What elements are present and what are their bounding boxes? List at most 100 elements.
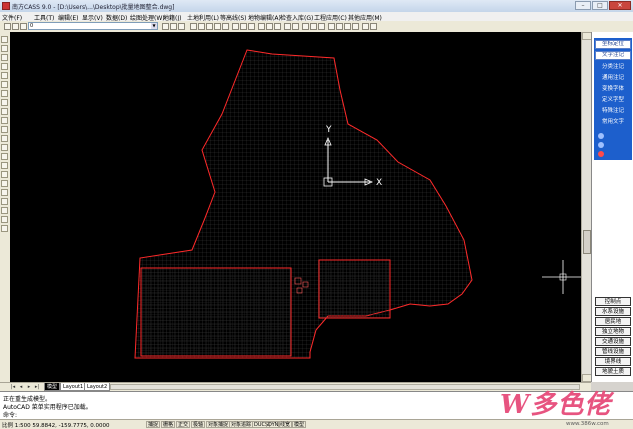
layer-properties-icon[interactable] [20,23,27,30]
rotate-icon[interactable] [344,23,351,30]
move-icon[interactable] [336,23,343,30]
zoom-previous-icon[interactable] [222,23,229,30]
panel-item-change-font[interactable]: 变换字体 [595,85,631,94]
mirror-tool-icon[interactable] [1,171,8,178]
layer-manager-icon[interactable] [302,23,309,30]
scroll-thumb[interactable] [583,230,591,254]
panel-item-landform[interactable]: 地貌土质 [595,367,631,376]
grid-toggle[interactable]: 栅格 [161,421,176,428]
panel-item-control-point[interactable]: 控制点 [595,297,631,306]
redo-icon[interactable] [292,23,299,30]
panel-item-locate[interactable]: 坐标定位 [595,40,631,49]
panel-item-define-font[interactable]: 定义字型 [595,96,631,105]
tab-layout2[interactable]: Layout2 [84,383,111,391]
window-title: 南方CASS 9.0 - [D:\Users\...\Desktop\批量地图整… [12,4,175,11]
panel-item-pipeline[interactable]: 管线设施 [595,347,631,356]
design-center-icon[interactable] [240,23,247,30]
properties-icon[interactable] [232,23,239,30]
panel-item-traffic[interactable]: 交通设施 [595,337,631,346]
panel-item-water[interactable]: 水系设施 [595,307,631,316]
panel-item-special-annot[interactable]: 特殊注记 [595,107,631,116]
tab-prev-icon[interactable]: ◂ [18,384,24,390]
panel-item-general-annot[interactable]: 通用注记 [595,74,631,83]
zoom-realtime-icon[interactable] [206,23,213,30]
osnap-toggle[interactable]: 对象捕捉 [206,421,231,428]
open-file-icon[interactable] [12,23,19,30]
copy-tool-icon[interactable] [1,162,8,169]
ucs-y-label: Y [325,125,332,135]
block-tool-icon[interactable] [1,108,8,115]
panel-option-icon-1[interactable] [598,133,604,139]
preview-icon[interactable] [178,23,185,30]
explode-tool-icon[interactable] [1,225,8,232]
help-icon[interactable] [362,23,369,30]
polyline-tool-icon[interactable] [1,45,8,52]
tab-layout1[interactable]: Layout1 [60,383,87,391]
panel-item-boundary[interactable]: 境界线 [595,357,631,366]
array-tool-icon[interactable] [1,189,8,196]
hatch-tool-icon[interactable] [1,126,8,133]
cass-icon[interactable] [370,23,377,30]
layer-combo[interactable]: 0 ▼ [28,22,158,30]
paste-icon[interactable] [274,23,281,30]
panel-item-common-text[interactable]: 常用文字 [595,118,631,127]
save-icon[interactable] [162,23,169,30]
region-tool-icon[interactable] [1,135,8,142]
point-tool-icon[interactable] [1,117,8,124]
crosshair-cursor [542,260,581,294]
undo-icon[interactable] [284,23,291,30]
erase-tool-icon[interactable] [1,153,8,160]
rectangle-tool-icon[interactable] [1,72,8,79]
lineweight-toggle[interactable]: 线宽 [278,421,293,428]
tab-model[interactable]: 模型 [44,383,61,391]
eraser-icon[interactable] [328,23,335,30]
scale-icon[interactable] [352,23,359,30]
spline-tool-icon[interactable] [1,90,8,97]
minimize-button[interactable]: – [575,1,591,10]
offset-tool-icon[interactable] [1,180,8,187]
panel-item-text-annot[interactable]: 文字注记 [595,51,631,60]
arc-tool-icon[interactable] [1,54,8,61]
tool-palette-icon[interactable] [248,23,255,30]
panel-item-independent[interactable]: 独立地物 [595,327,631,336]
tab-first-icon[interactable]: |◂ [10,384,16,390]
building-block-right[interactable] [318,259,391,319]
cut-icon[interactable] [258,23,265,30]
print-icon[interactable] [170,23,177,30]
trim-tool-icon[interactable] [1,198,8,205]
circle-tool-icon[interactable] [1,63,8,70]
panel-close-icon[interactable] [598,151,604,157]
model-toggle[interactable]: 模型 [292,421,307,428]
line-tool-icon[interactable] [1,36,8,43]
watermark-text: W多色佬 [500,390,612,420]
panel-bottom-menu: 控制点 水系设施 居民地 独立地物 交通设施 管线设施 境界线 地貌土质 [594,294,632,382]
copy-icon[interactable] [266,23,273,30]
extend-tool-icon[interactable] [1,207,8,214]
polygon-tool-icon[interactable] [1,81,8,88]
text-tool-icon[interactable] [1,144,8,151]
polar-toggle[interactable]: 极轴 [191,421,206,428]
snap-toggle[interactable]: 捕捉 [146,421,161,428]
drawing-canvas[interactable]: Y X [10,32,581,382]
pan-icon[interactable] [198,23,205,30]
text-style-icon[interactable] [310,23,317,30]
site-watermark-logo: W多色佬 [470,380,610,422]
measure-icon[interactable] [318,23,325,30]
new-file-icon[interactable] [4,23,11,30]
ellipse-tool-icon[interactable] [1,99,8,106]
panel-item-classified-annot[interactable]: 分类注记 [595,63,631,72]
tab-next-icon[interactable]: ▸ [26,384,32,390]
command-prompt[interactable]: 命令: [3,410,17,419]
ortho-toggle[interactable]: 正交 [176,421,191,428]
match-properties-icon[interactable] [190,23,197,30]
building-block-left[interactable] [140,267,292,357]
zoom-window-icon[interactable] [214,23,221,30]
close-button[interactable]: ✕ [609,1,631,10]
panel-item-residential[interactable]: 居民地 [595,317,631,326]
panel-option-icon-2[interactable] [598,142,604,148]
fillet-tool-icon[interactable] [1,216,8,223]
tab-last-icon[interactable]: ▸| [34,384,40,390]
otrack-toggle[interactable]: 对象追踪 [229,421,254,428]
maximize-button[interactable]: □ [592,1,608,10]
layer-combo-value: 0 [30,23,34,29]
